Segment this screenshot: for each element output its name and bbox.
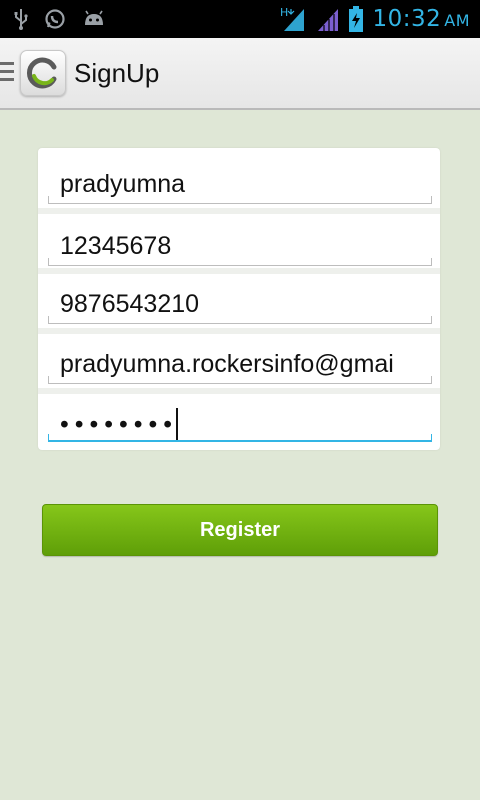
- name-field[interactable]: pradyumna: [48, 152, 432, 204]
- signup-form: pradyumna 12345678 9876543210 pradyumna.…: [38, 148, 440, 450]
- clock-time: 10:32: [372, 6, 442, 32]
- android-debug-icon: [82, 9, 106, 29]
- email-field-value: pradyumna.rockersinfo@gmai: [60, 350, 394, 378]
- page-title: SignUp: [74, 58, 160, 88]
- battery-charging-icon: [348, 5, 364, 33]
- whatsapp-icon: [44, 8, 66, 30]
- password-field[interactable]: ••••••••: [48, 390, 432, 442]
- code-field-value: 12345678: [60, 232, 172, 260]
- signal-bars-icon: [314, 5, 340, 33]
- code-field[interactable]: 12345678: [48, 214, 432, 266]
- drawer-menu-icon[interactable]: [0, 62, 14, 84]
- email-field-underline: [48, 376, 432, 384]
- name-field-underline: [48, 196, 432, 204]
- phone-field-value: 9876543210: [60, 290, 200, 318]
- clock-ampm: AM: [444, 11, 470, 30]
- code-field-underline: [48, 258, 432, 266]
- signal-h-icon: H: [280, 5, 306, 33]
- app-logo-icon[interactable]: [20, 50, 66, 96]
- register-button[interactable]: Register: [42, 504, 438, 556]
- usb-icon: [14, 8, 28, 30]
- name-field-value: pradyumna: [60, 170, 186, 198]
- phone-field-underline: [48, 316, 432, 324]
- svg-text:H: H: [280, 6, 288, 19]
- email-field[interactable]: pradyumna.rockersinfo@gmai: [48, 332, 432, 384]
- status-bar: H 10:32 AM: [0, 0, 480, 38]
- phone-field[interactable]: 9876543210: [48, 272, 432, 324]
- password-field-underline: [48, 434, 432, 442]
- clock: 10:32 AM: [372, 6, 470, 32]
- notification-icons: [14, 6, 106, 32]
- system-status-icons: H 10:32 AM: [280, 4, 470, 34]
- action-bar: SignUp: [0, 38, 480, 110]
